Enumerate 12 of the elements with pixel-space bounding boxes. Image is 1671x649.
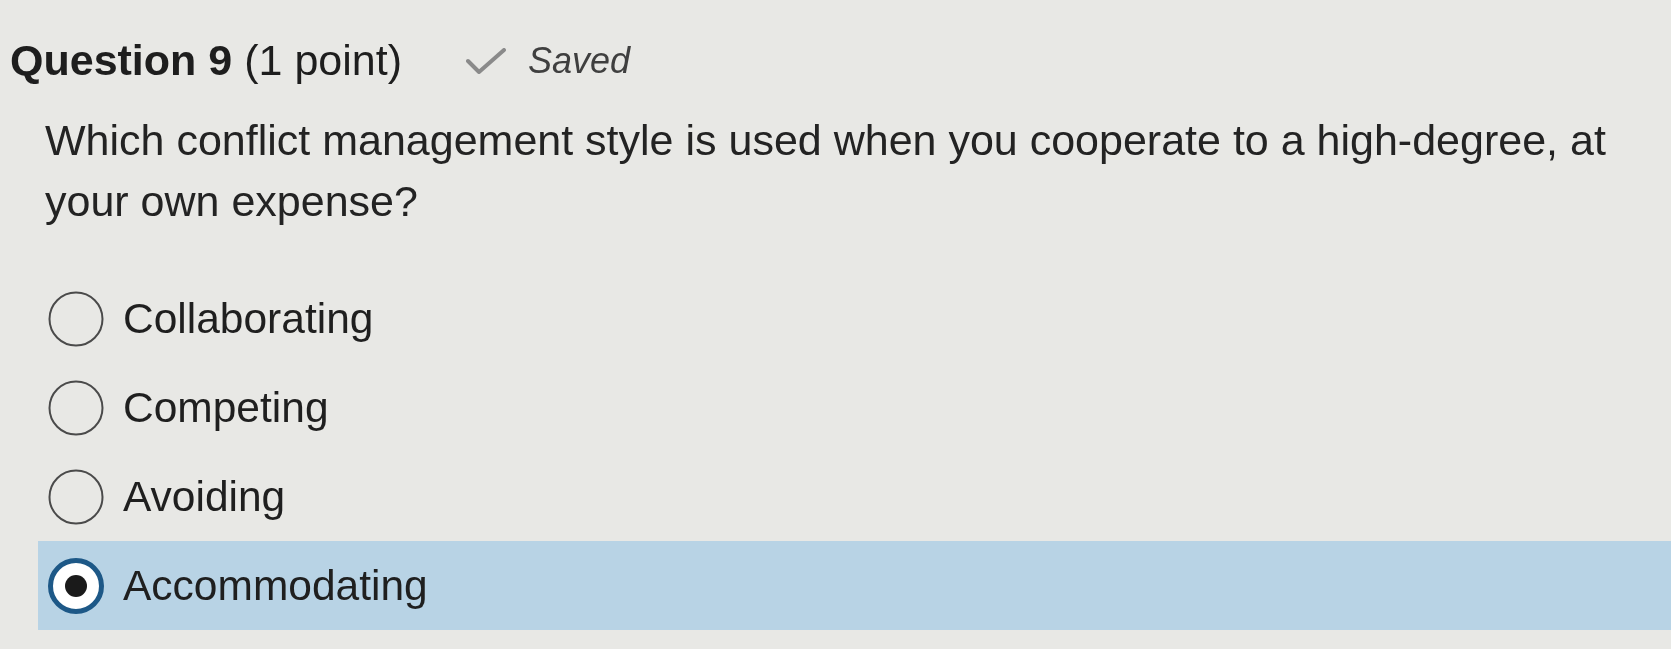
- question-points: (1 point): [244, 37, 402, 85]
- radio-button[interactable]: [48, 557, 104, 614]
- save-status: Saved: [527, 41, 631, 81]
- radio-button[interactable]: [48, 290, 104, 347]
- answer-option[interactable]: Collaborating: [38, 274, 374, 363]
- radio-button[interactable]: [48, 468, 104, 525]
- question-text: Which conflict management style is used when you cooperate to a high-degree, at your own expense?: [45, 115, 1607, 227]
- answer-option[interactable]: Avoiding: [38, 452, 286, 541]
- question-title: Question 9: [10, 37, 233, 85]
- answer-option[interactable]: Competing: [38, 363, 329, 452]
- radio-button[interactable]: [48, 379, 104, 436]
- answer-option[interactable]: Accommodating: [38, 541, 1671, 630]
